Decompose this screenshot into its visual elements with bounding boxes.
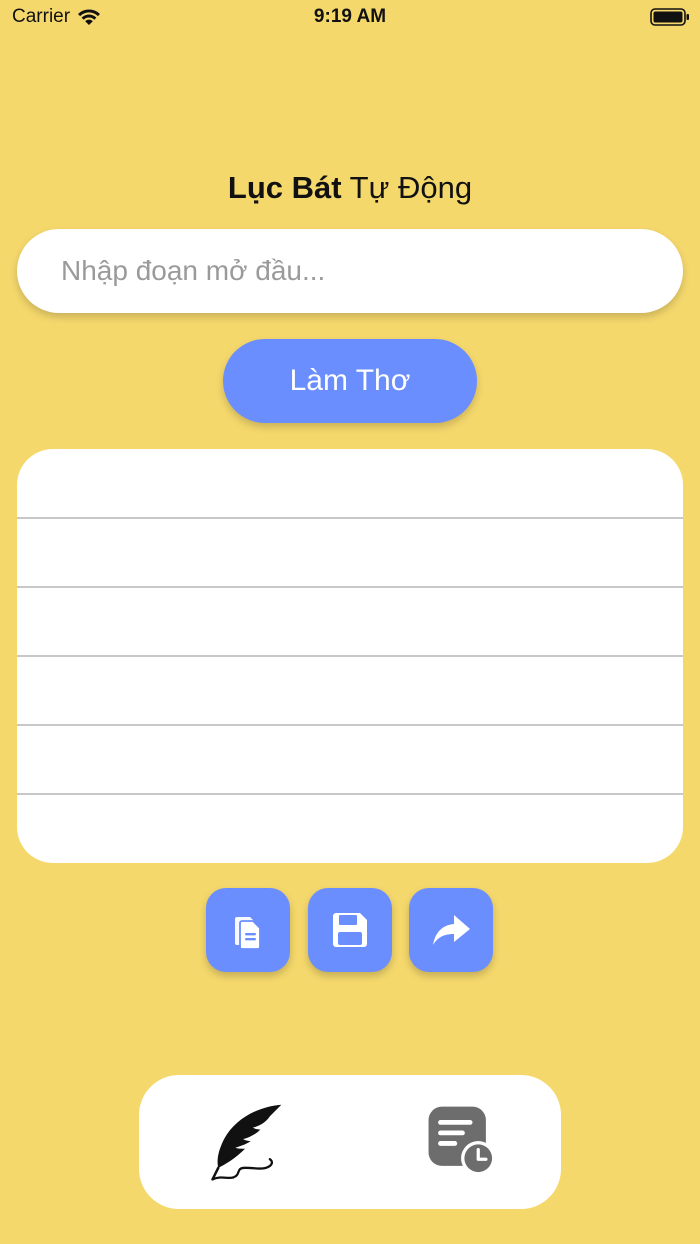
- copy-button[interactable]: [206, 888, 290, 972]
- history-list-clock-icon: [428, 1106, 496, 1176]
- save-button[interactable]: [308, 888, 392, 972]
- share-arrow-icon: [433, 915, 470, 945]
- battery-icon: [650, 8, 689, 26]
- page-title: Lục Bát Tự Động: [0, 168, 700, 208]
- tab-compose[interactable]: [201, 1097, 291, 1187]
- page-title-regular: Tự Động: [341, 170, 473, 205]
- poem-line: [17, 518, 683, 587]
- poem-line: [17, 794, 683, 863]
- poem-line: [17, 656, 683, 725]
- bottom-tab-bar: [139, 1075, 561, 1209]
- opening-line-input[interactable]: [17, 229, 683, 313]
- tab-history[interactable]: [417, 1097, 507, 1187]
- make-poem-label: Làm Thơ: [289, 364, 411, 397]
- copy-icon: [235, 917, 261, 950]
- poem-line: [17, 725, 683, 794]
- feather-quill-icon: [211, 1104, 282, 1181]
- floppy-disk-icon: [333, 913, 367, 947]
- poem-line: [17, 587, 683, 656]
- make-poem-button[interactable]: Làm Thơ: [223, 339, 477, 423]
- status-time: 9:19 AM: [313, 6, 387, 27]
- share-button[interactable]: [409, 888, 493, 972]
- status-bar: Carrier 9:19 AM: [0, 0, 700, 36]
- poem-line: [17, 449, 683, 518]
- opening-line-field: [17, 229, 683, 313]
- page-title-bold: Lục Bát: [227, 170, 342, 205]
- poem-output-card: [17, 449, 683, 863]
